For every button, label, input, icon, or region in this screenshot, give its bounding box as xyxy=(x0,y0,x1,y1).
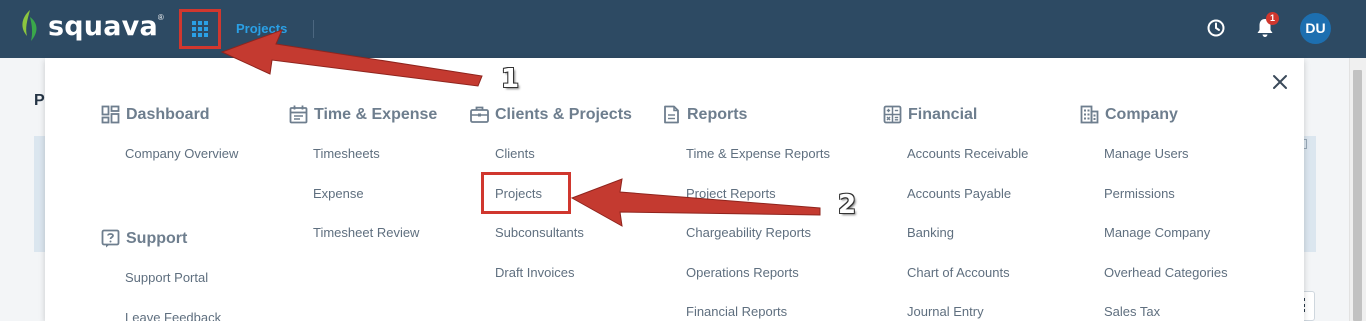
menu-item-project-reports[interactable]: Project Reports xyxy=(686,186,776,201)
menu-item-company-overview[interactable]: Company Overview xyxy=(125,146,238,161)
leaf-logo-icon xyxy=(22,10,37,41)
report-icon xyxy=(664,105,679,124)
menu-item-subconsultants[interactable]: Subconsultants xyxy=(495,225,584,240)
annotation-step-2: 2 xyxy=(838,190,857,220)
help-icon xyxy=(101,229,120,248)
menu-heading-reports[interactable]: Reports xyxy=(662,105,747,124)
calendar-icon xyxy=(289,105,308,124)
menu-heading-financial[interactable]: Financial xyxy=(883,105,977,124)
menu-item-timesheets[interactable]: Timesheets xyxy=(313,146,380,161)
page-title: P xyxy=(34,92,45,109)
grid-icon xyxy=(192,21,208,37)
menu-item-overhead-categories[interactable]: Overhead Categories xyxy=(1104,265,1228,280)
logo-trademark: ® xyxy=(157,12,164,22)
clock-icon[interactable] xyxy=(1207,19,1225,37)
user-avatar[interactable]: DU xyxy=(1300,13,1331,44)
top-bar: squava ® Projects 1 DU xyxy=(0,0,1366,58)
menu-item-timesheet-review[interactable]: Timesheet Review xyxy=(313,225,419,240)
nav-link-projects[interactable]: Projects xyxy=(236,21,287,36)
menu-heading-label: Support xyxy=(126,229,188,247)
app-launcher-button[interactable] xyxy=(179,9,221,49)
menu-item-leave-feedback[interactable]: Leave Feedback xyxy=(125,310,221,321)
menu-item-draft-invoices[interactable]: Draft Invoices xyxy=(495,265,574,280)
menu-heading-time-expense[interactable]: Time & Expense xyxy=(289,105,437,124)
menu-heading-support[interactable]: Support xyxy=(101,229,187,248)
menu-item-accounts-receivable[interactable]: Accounts Receivable xyxy=(907,146,1028,161)
close-icon[interactable] xyxy=(1270,72,1290,92)
projects-highlight-box xyxy=(481,172,571,214)
menu-heading-dashboard[interactable]: Dashboard xyxy=(101,105,210,124)
notification-badge: 1 xyxy=(1266,12,1279,25)
menu-heading-label: Reports xyxy=(687,105,748,123)
menu-item-time-expense-reports[interactable]: Time & Expense Reports xyxy=(686,146,830,161)
building-icon xyxy=(1080,105,1099,124)
menu-heading-label: Time & Expense xyxy=(314,105,438,123)
menu-item-banking[interactable]: Banking xyxy=(907,225,954,240)
scrollbar-thumb[interactable] xyxy=(1353,70,1362,321)
menu-item-manage-users[interactable]: Manage Users xyxy=(1104,146,1189,161)
menu-heading-label: Company xyxy=(1105,105,1178,123)
app-logo[interactable]: squava ® xyxy=(18,9,164,43)
menu-item-permissions[interactable]: Permissions xyxy=(1104,186,1175,201)
menu-heading-label: Financial xyxy=(908,105,978,123)
menu-item-chargeability-reports[interactable]: Chargeability Reports xyxy=(686,225,811,240)
menu-item-expense[interactable]: Expense xyxy=(313,186,364,201)
menu-item-chart-of-accounts[interactable]: Chart of Accounts xyxy=(907,265,1010,280)
nav-divider xyxy=(313,20,314,38)
menu-heading-label: Dashboard xyxy=(126,105,210,123)
logo-text: squava xyxy=(48,10,158,42)
menu-item-accounts-payable[interactable]: Accounts Payable xyxy=(907,186,1011,201)
menu-item-operations-reports[interactable]: Operations Reports xyxy=(686,265,799,280)
menu-heading-label: Clients & Projects xyxy=(495,105,632,123)
menu-item-manage-company[interactable]: Manage Company xyxy=(1104,225,1210,240)
menu-heading-clients-projects[interactable]: Clients & Projects xyxy=(470,105,632,124)
briefcase-icon xyxy=(470,106,489,123)
menu-item-support-portal[interactable]: Support Portal xyxy=(125,270,208,285)
calculator-icon xyxy=(883,105,902,124)
menu-item-financial-reports[interactable]: Financial Reports xyxy=(686,304,787,319)
menu-heading-company[interactable]: Company xyxy=(1080,105,1178,124)
menu-item-sales-tax[interactable]: Sales Tax xyxy=(1104,304,1160,319)
menu-item-journal-entry[interactable]: Journal Entry xyxy=(907,304,984,319)
annotation-step-1: 1 xyxy=(501,64,520,94)
dashboard-icon xyxy=(101,105,120,124)
menu-item-clients[interactable]: Clients xyxy=(495,146,535,161)
